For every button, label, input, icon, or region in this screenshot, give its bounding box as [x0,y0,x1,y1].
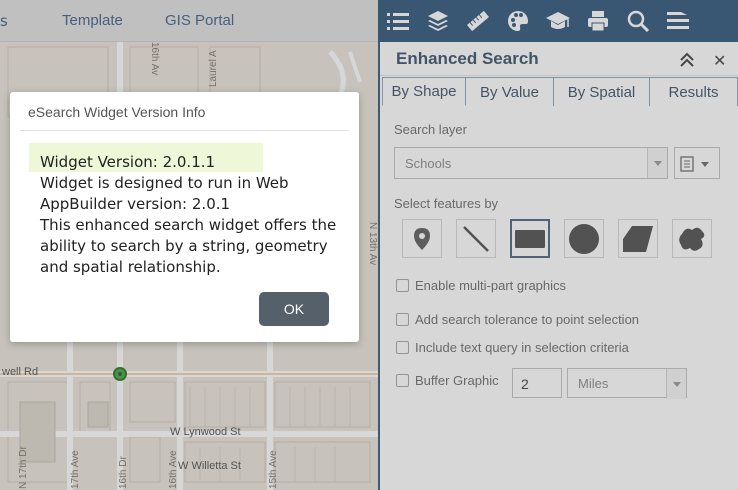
widget-version-text: Widget Version: 2.0.1.1 [40,153,216,171]
dialog-title: eSearch Widget Version Info [28,104,206,120]
widget-description-text: This enhanced search widget offers the a… [40,216,337,276]
dialog-body: Widget Version: 2.0.1.1 Widget is design… [40,152,345,278]
appbuilder-version-text: Widget is designed to run in Web AppBuil… [40,174,289,213]
ok-button[interactable]: OK [259,292,329,326]
dialog-divider [20,130,349,131]
version-info-dialog: eSearch Widget Version Info Widget Versi… [10,92,359,342]
